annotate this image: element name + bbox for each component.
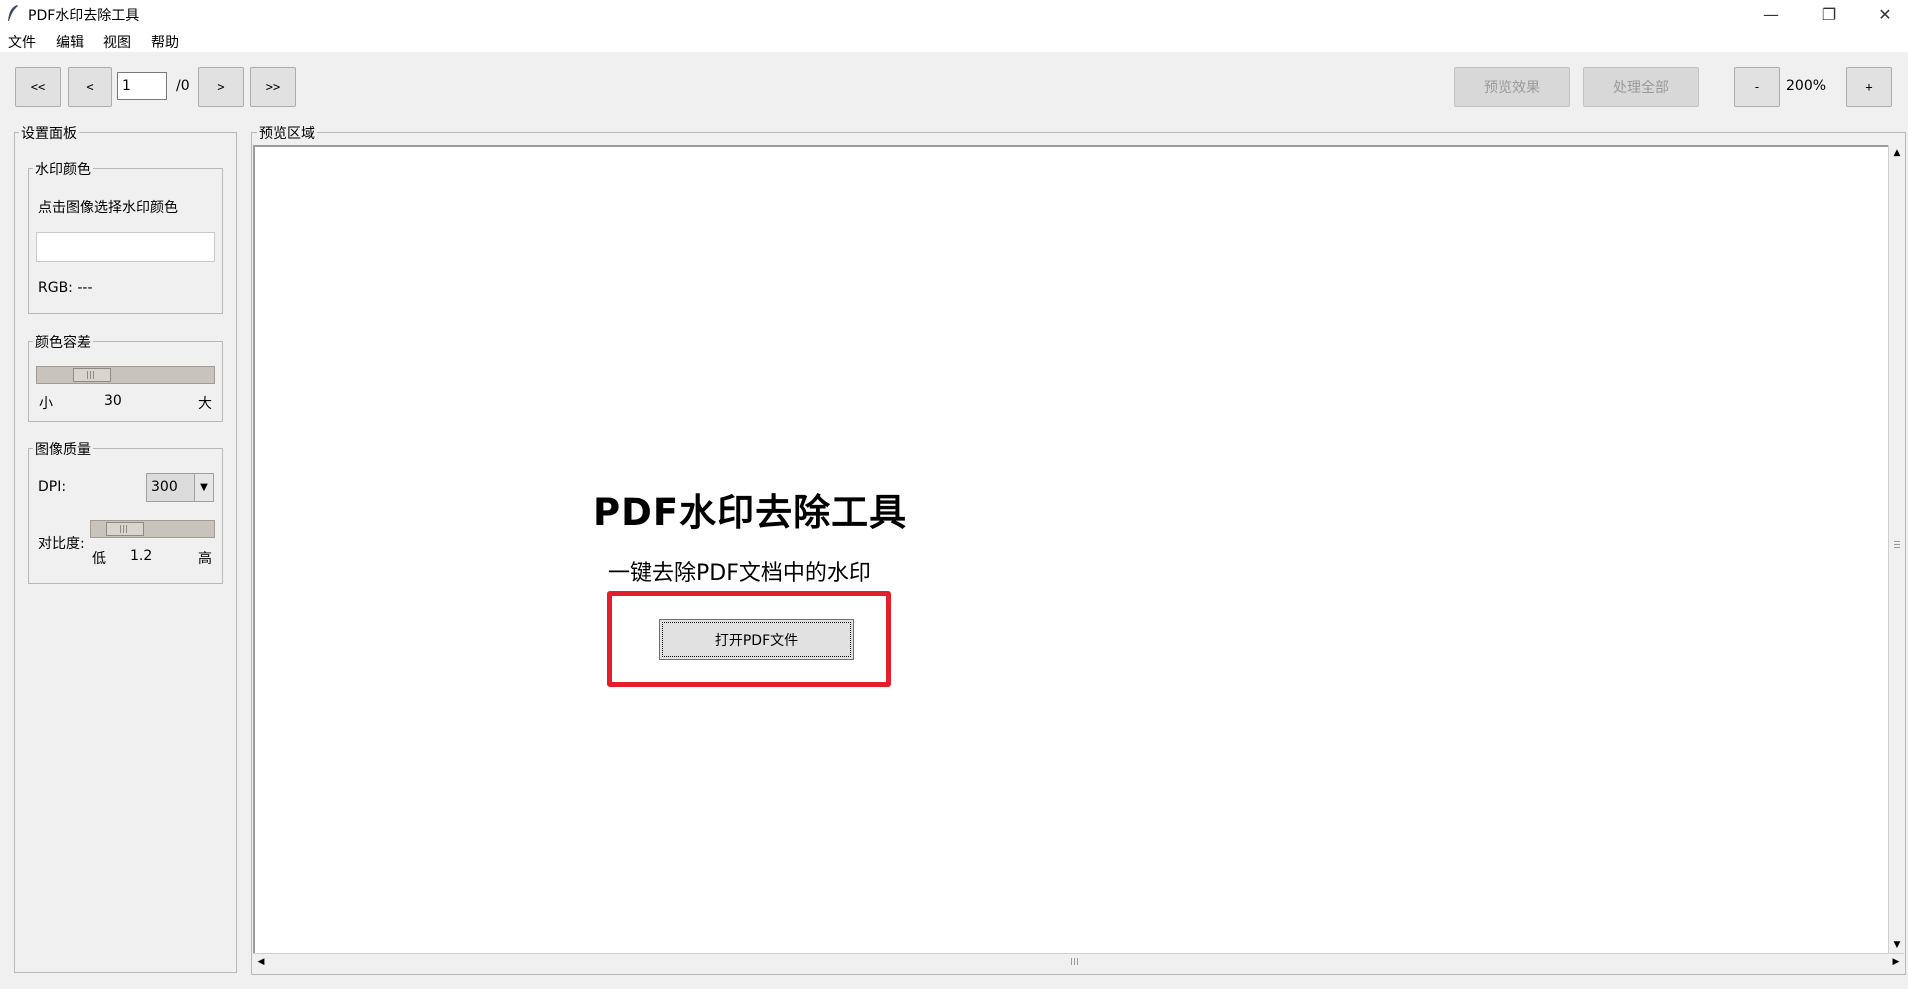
- contrast-value: 1.2: [130, 548, 153, 564]
- minimize-button[interactable]: —: [1748, 0, 1794, 28]
- dpi-label: DPI:: [38, 479, 67, 495]
- preview-area-title: 预览区域: [257, 123, 317, 143]
- scroll-grip: [1894, 541, 1900, 549]
- contrast-slider-thumb[interactable]: [106, 522, 144, 536]
- menu-edit[interactable]: 编辑: [56, 32, 84, 52]
- prev-page-button[interactable]: <: [68, 67, 112, 107]
- page-total: /0: [176, 78, 190, 94]
- welcome-title: PDF水印去除工具: [593, 491, 908, 534]
- watermark-color-title: 水印颜色: [33, 159, 93, 179]
- tolerance-min-label: 小: [39, 396, 53, 412]
- image-quality-title: 图像质量: [33, 439, 93, 459]
- last-page-button[interactable]: >>: [250, 67, 296, 107]
- horizontal-scrollbar[interactable]: ◀ ▶: [253, 953, 1904, 970]
- image-quality-group: [28, 448, 223, 584]
- vertical-scrollbar[interactable]: ▲ ▼: [1888, 145, 1905, 953]
- tolerance-value: 30: [104, 393, 122, 409]
- scroll-grip-horizontal: [1071, 958, 1079, 965]
- menu-view[interactable]: 视图: [103, 32, 131, 52]
- process-all-button[interactable]: 处理全部: [1583, 67, 1699, 107]
- settings-panel-title: 设置面板: [19, 123, 79, 143]
- menu-help[interactable]: 帮助: [151, 32, 179, 52]
- tolerance-slider[interactable]: [36, 366, 215, 384]
- zoom-level: 200%: [1786, 78, 1827, 94]
- color-pick-hint: 点击图像选择水印颜色: [38, 200, 178, 216]
- dpi-select[interactable]: 300 ▼: [146, 473, 214, 502]
- zoom-in-button[interactable]: +: [1846, 67, 1892, 107]
- rgb-readout: RGB: ---: [38, 280, 93, 296]
- close-button[interactable]: ✕: [1862, 0, 1908, 28]
- tolerance-slider-thumb[interactable]: [73, 368, 111, 382]
- contrast-min-label: 低: [92, 551, 106, 567]
- contrast-slider[interactable]: [90, 520, 215, 538]
- scroll-right-icon[interactable]: ▶: [1888, 954, 1904, 970]
- title-bar: [0, 0, 1908, 28]
- feather-icon: [8, 5, 18, 21]
- zoom-out-button[interactable]: -: [1734, 67, 1780, 107]
- open-pdf-label: 打开PDF文件: [714, 632, 799, 649]
- next-page-button[interactable]: >: [198, 67, 244, 107]
- window-title: PDF水印去除工具: [28, 8, 140, 24]
- contrast-label: 对比度:: [38, 536, 85, 552]
- first-page-button[interactable]: <<: [15, 67, 61, 107]
- tolerance-max-label: 大: [198, 396, 212, 412]
- dpi-select-value: 300: [151, 479, 178, 495]
- restore-button[interactable]: ❐: [1806, 0, 1852, 28]
- menu-bar: [0, 28, 1908, 52]
- scroll-up-icon[interactable]: ▲: [1889, 145, 1905, 161]
- preview-canvas[interactable]: [253, 145, 1889, 953]
- chevron-down-icon[interactable]: ▼: [194, 474, 213, 501]
- scroll-down-icon[interactable]: ▼: [1889, 937, 1905, 953]
- welcome-subtitle: 一键去除PDF文档中的水印: [608, 561, 871, 586]
- scroll-left-icon[interactable]: ◀: [253, 954, 269, 970]
- preview-effect-button[interactable]: 预览效果: [1454, 67, 1570, 107]
- open-pdf-button[interactable]: 打开PDF文件: [659, 619, 854, 660]
- color-swatch: [36, 232, 215, 262]
- page-number-input[interactable]: [117, 72, 167, 100]
- menu-file[interactable]: 文件: [8, 32, 36, 52]
- tolerance-title: 颜色容差: [33, 332, 93, 352]
- contrast-max-label: 高: [198, 551, 212, 567]
